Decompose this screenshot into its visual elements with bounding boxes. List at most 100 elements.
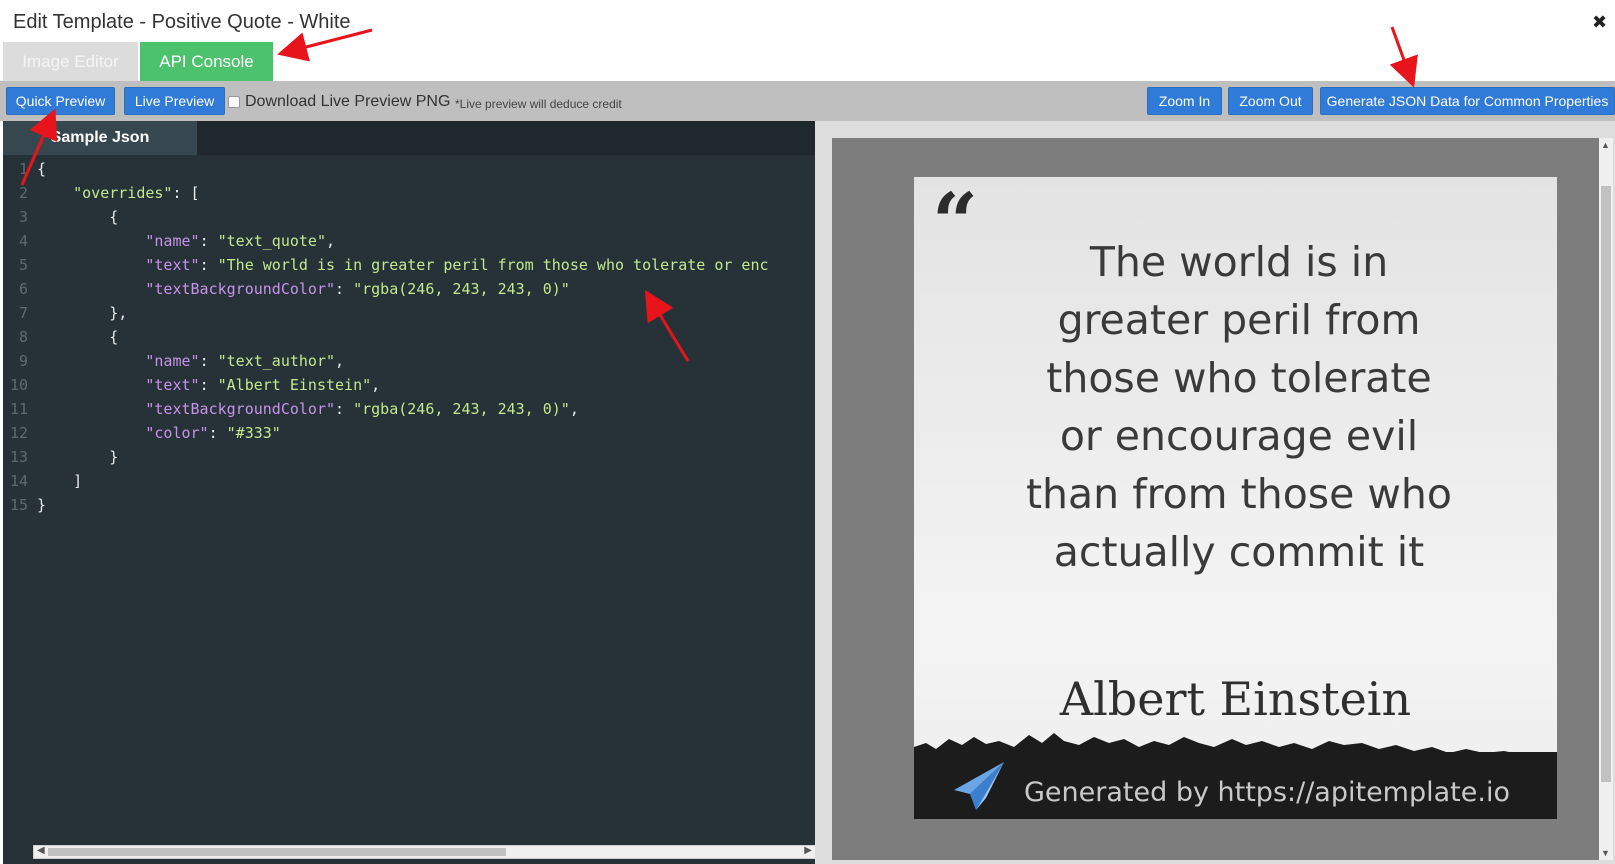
line-number: 4 — [18, 232, 28, 250]
quote-mark-icon: “ — [932, 177, 979, 269]
dialog-title: Edit Template - Positive Quote - White — [13, 11, 351, 33]
line-number: 8 — [18, 328, 28, 346]
code-line[interactable]: 4 "name": "text_quote", — [3, 229, 815, 253]
scrollbar-thumb[interactable] — [48, 848, 506, 856]
line-content: { — [37, 205, 118, 229]
live-preview-button[interactable]: Live Preview — [124, 87, 225, 115]
line-number: 13 — [9, 448, 28, 466]
quote-line: actually commit it — [1053, 528, 1425, 576]
zoom-out-button[interactable]: Zoom Out — [1228, 87, 1313, 115]
title-bar: Edit Template - Positive Quote - White ✖ — [0, 0, 1615, 42]
code-token: ] — [37, 472, 83, 490]
paper-plane-icon — [954, 762, 1004, 810]
quote-line: The world is in — [1089, 238, 1389, 286]
tab-api-console[interactable]: API Console — [140, 42, 273, 81]
json-editor[interactable]: Sample Json 1{2 "overrides": [3 {4 "name… — [3, 121, 816, 864]
scroll-left-icon[interactable]: ◀ — [37, 845, 45, 856]
line-number: 12 — [9, 424, 28, 442]
code-line[interactable]: 8 { — [3, 325, 815, 349]
quote-line: greater peril from — [1057, 296, 1421, 344]
scrollbar-thumb[interactable] — [1601, 186, 1611, 782]
generated-by-text: Generated by https://apitemplate.io — [1024, 777, 1510, 808]
line-content: "textBackgroundColor": "rgba(246, 243, 2… — [37, 397, 579, 421]
code-token: "rgba(246, 243, 243, 0)" — [353, 400, 570, 418]
tab-image-editor[interactable]: Image Editor — [3, 42, 138, 81]
code-token: "overrides" — [73, 184, 173, 202]
code-line[interactable]: 9 "name": "text_author", — [3, 349, 815, 373]
quote-line: those who tolerate — [1046, 354, 1432, 402]
code-line[interactable]: 13 } — [3, 445, 815, 469]
code-line[interactable]: 5 "text": "The world is in greater peril… — [3, 253, 815, 277]
code-token: : — [199, 376, 218, 394]
quote-text: The world is in greater peril from those… — [974, 233, 1504, 581]
line-number: 6 — [18, 280, 28, 298]
tab-sample-json[interactable]: Sample Json — [3, 121, 197, 155]
line-content: "text": "Albert Einstein", — [37, 373, 380, 397]
code-token: , — [335, 352, 345, 370]
code-token: "textBackgroundColor" — [145, 280, 336, 298]
code-token: "color" — [145, 424, 209, 442]
code-token: } — [37, 496, 47, 514]
download-png-checkbox[interactable] — [228, 96, 240, 108]
quick-preview-button[interactable]: Quick Preview — [6, 87, 115, 115]
code-line[interactable]: 12 "color": "#333" — [3, 421, 815, 445]
zoom-in-button[interactable]: Zoom In — [1147, 87, 1222, 115]
line-content: "overrides": [ — [37, 181, 200, 205]
generate-json-button[interactable]: Generate JSON Data for Common Properties — [1320, 87, 1615, 115]
code-line[interactable]: 14 ] — [3, 469, 815, 493]
code-line[interactable]: 6 "textBackgroundColor": "rgba(246, 243,… — [3, 277, 815, 301]
quote-line: or encourage evil — [1059, 412, 1419, 460]
line-content: ] — [37, 469, 82, 493]
code-token: : — [199, 232, 218, 250]
close-icon[interactable]: ✖ — [1592, 12, 1607, 33]
line-content: "name": "text_quote", — [37, 229, 335, 253]
line-number: 14 — [9, 472, 28, 490]
line-content: } — [37, 445, 118, 469]
code-line[interactable]: 3 { — [3, 205, 815, 229]
preview-toolbar: Quick Preview Live Preview Download Live… — [0, 81, 1615, 121]
line-number: 7 — [18, 304, 28, 322]
code-line[interactable]: 10 "text": "Albert Einstein", — [3, 373, 815, 397]
code-token: "rgba(246, 243, 243, 0)" — [353, 280, 570, 298]
scroll-down-icon[interactable]: ▼ — [1601, 848, 1610, 858]
code-token: "#333" — [226, 424, 281, 442]
line-number: 9 — [18, 352, 28, 370]
download-png-label: Download Live Preview PNG — [245, 93, 451, 110]
vertical-scrollbar[interactable]: ▲ ▼ — [1599, 138, 1613, 860]
code-token: "textBackgroundColor" — [145, 400, 336, 418]
credit-note: *Live preview will deduce credit — [455, 97, 622, 111]
line-content: "name": "text_author", — [37, 349, 344, 373]
code-token: : — [335, 400, 354, 418]
horizontal-scrollbar[interactable]: ◀ ▶ — [33, 845, 816, 859]
code-token: "name" — [145, 352, 200, 370]
quote-line: than from those who — [1025, 470, 1452, 518]
edit-template-dialog: Edit Template - Positive Quote - White ✖… — [0, 0, 1615, 864]
code-token: "text_author" — [217, 352, 336, 370]
code-line[interactable]: 7 }, — [3, 301, 815, 325]
line-content: "color": "#333" — [37, 421, 281, 445]
code-token: : [ — [172, 184, 200, 202]
code-token: , — [371, 376, 381, 394]
line-number: 10 — [9, 376, 28, 394]
line-content: { — [37, 157, 46, 181]
scroll-up-icon[interactable]: ▲ — [1601, 140, 1610, 150]
code-line[interactable]: 2 "overrides": [ — [3, 181, 815, 205]
code-token: { — [37, 160, 47, 178]
code-line[interactable]: 11 "textBackgroundColor": "rgba(246, 243… — [3, 397, 815, 421]
code-line[interactable]: 1{ — [3, 157, 815, 181]
rendered-image: “ The world is in greater peril from tho… — [914, 177, 1557, 819]
line-content: "text": "The world is in greater peril f… — [37, 253, 768, 277]
code-line[interactable]: 15} — [3, 493, 815, 517]
scroll-right-icon[interactable]: ▶ — [804, 845, 812, 856]
code-token: , — [326, 232, 336, 250]
line-content: { — [37, 325, 118, 349]
code-token: : — [199, 256, 218, 274]
tab-strip: Image Editor API Console — [3, 42, 273, 81]
code-area[interactable]: 1{2 "overrides": [3 {4 "name": "text_quo… — [3, 157, 815, 517]
line-number: 11 — [9, 400, 28, 418]
line-number: 2 — [18, 184, 28, 202]
